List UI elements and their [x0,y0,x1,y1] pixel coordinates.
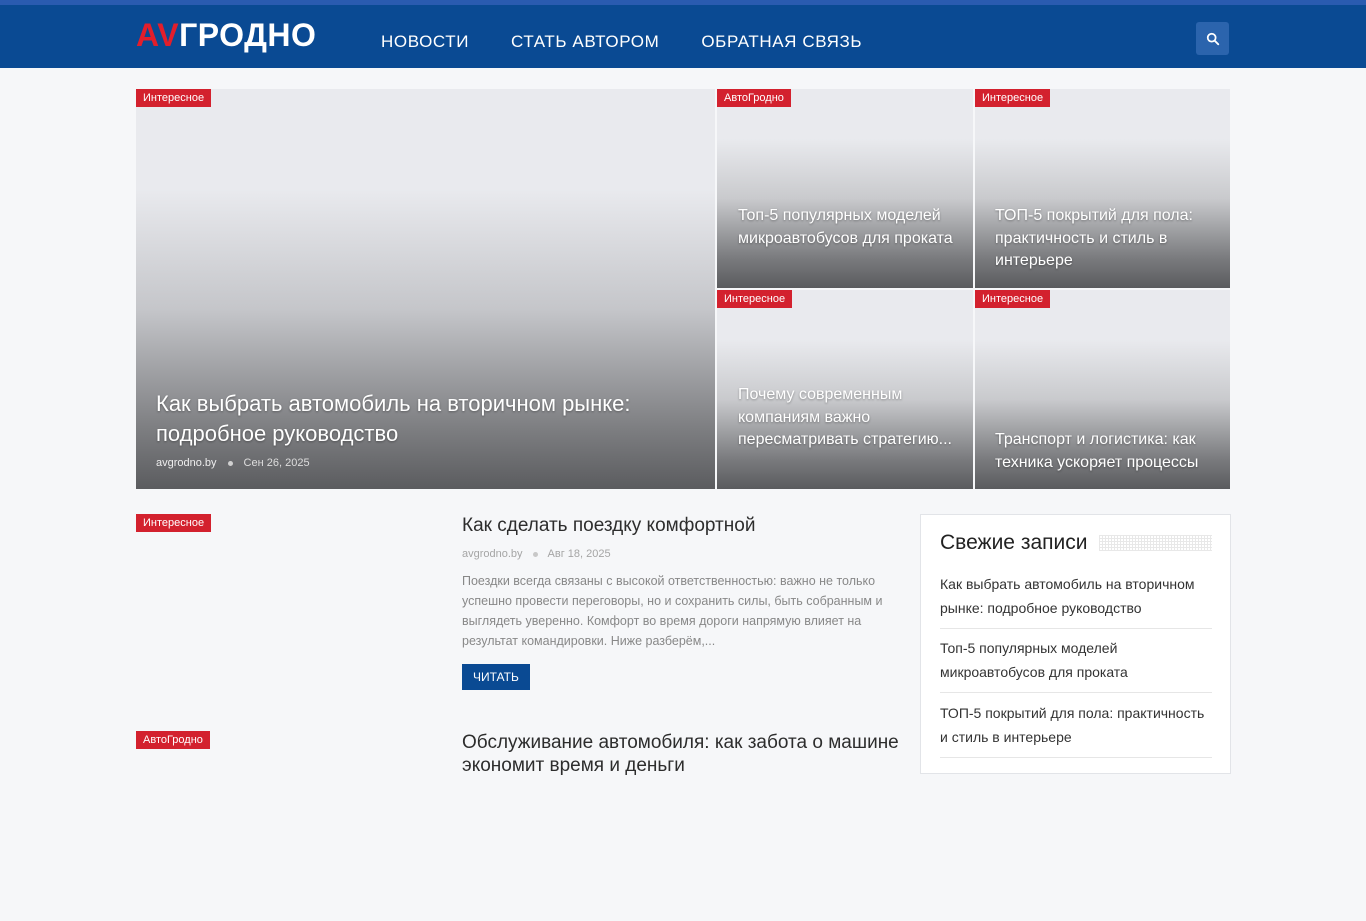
main-nav: НОВОСТИ СТАТЬ АВТОРОМ ОБРАТНАЯ СВЯЗЬ [381,10,904,73]
post-thumbnail[interactable] [136,731,442,921]
featured-main-tile[interactable]: Интересное Как выбрать автомобиль на вто… [136,89,715,489]
category-badge[interactable]: АвтоГродно [717,89,791,107]
nav-become-author[interactable]: СТАТЬ АВТОРОМ [511,32,659,52]
post-title[interactable]: Обслуживание автомобиля: как забота о ма… [462,731,902,777]
search-icon [1206,32,1219,45]
author-name[interactable]: avgrodno.by [462,548,523,560]
category-badge[interactable]: Интересное [136,89,212,107]
featured-tile-title[interactable]: Транспорт и логистика: как техника ускор… [995,429,1215,474]
category-badge[interactable]: Интересное [975,290,1051,308]
post-list-item: АвтоГродно Обслуживание автомобиля: как … [136,731,899,921]
post-date: Сен 26, 2025 [243,457,310,469]
site-header: AVГРОДНО НОВОСТИ СТАТЬ АВТОРОМ ОБРАТНАЯ … [0,5,1366,68]
featured-tile-title[interactable]: Топ-5 популярных моделей микроавтобусов … [738,205,958,250]
featured-main-meta: avgrodno.by Сен 26, 2025 [156,457,310,469]
recent-post-link[interactable]: Топ-5 популярных моделей микроавтобусов … [940,636,1212,693]
post-title[interactable]: Как сделать поездку комфортной [462,514,902,537]
featured-tile[interactable]: АвтоГродно Топ-5 популярных моделей микр… [717,89,973,288]
widget-title: Свежие записи [940,531,1088,554]
recent-post-link[interactable]: Как выбрать автомобиль на вторичном рынк… [940,572,1212,629]
recent-post-link[interactable]: ТОП-5 покрытий для пола: практичность и … [940,701,1212,758]
search-button[interactable] [1196,22,1229,55]
featured-tile[interactable]: Интересное ТОП-5 покрытий для пола: прак… [975,89,1230,288]
featured-main-title[interactable]: Как выбрать автомобиль на вторичном рынк… [156,389,696,449]
nav-news[interactable]: НОВОСТИ [381,32,469,52]
logo-city: ГРОДНО [179,17,317,53]
post-meta: avgrodno.by Авг 18, 2025 [462,548,611,560]
title-decoration [1099,535,1212,551]
featured-tile-title[interactable]: ТОП-5 покрытий для пола: практичность и … [995,205,1215,273]
site-logo[interactable]: AVГРОДНО [136,17,316,53]
featured-tile[interactable]: Интересное Почему современным компаниям … [717,290,973,489]
post-excerpt: Поездки всегда связаны с высокой ответст… [462,574,883,648]
category-badge[interactable]: Интересное [975,89,1051,107]
post-list-item: Интересное Как сделать поездку комфортно… [136,514,896,714]
read-more-button[interactable]: ЧИТАТЬ [462,664,530,690]
post-thumbnail[interactable] [136,514,442,704]
category-badge[interactable]: Интересное [717,290,793,308]
nav-feedback[interactable]: ОБРАТНАЯ СВЯЗЬ [701,32,862,52]
post-date: Авг 18, 2025 [547,548,611,560]
meta-separator [227,460,233,466]
author-name[interactable]: avgrodno.by [156,457,217,469]
meta-separator [532,551,538,557]
category-badge[interactable]: Интересное [136,514,212,532]
category-badge[interactable]: АвтоГродно [136,731,210,749]
featured-tile[interactable]: Интересное Транспорт и логистика: как те… [975,290,1230,489]
recent-posts-widget: Свежие записи Как выбрать автомобиль на … [920,514,1231,774]
logo-av: AV [136,17,180,53]
featured-tile-title[interactable]: Почему современным компаниям важно перес… [738,384,958,452]
